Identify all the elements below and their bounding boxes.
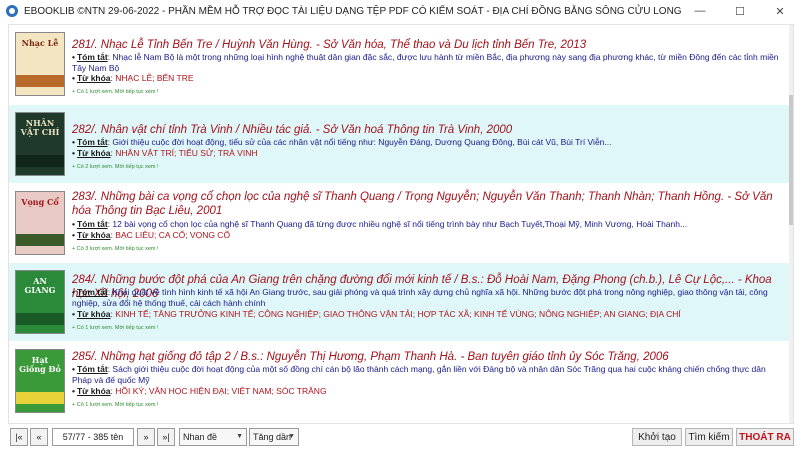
minimize-button[interactable]: —: [680, 0, 720, 22]
summary-label: Tóm tắt: [76, 287, 108, 297]
book-cover-band: [16, 155, 64, 167]
scrollbar-thumb[interactable]: [789, 95, 793, 225]
home-button[interactable]: Khởi tạo: [632, 428, 682, 446]
book-cover[interactable]: Hạt Giống Đỏ: [15, 349, 65, 413]
view-count-note[interactable]: + Có 1 lượt xem. Mời tiếp tục xem !: [72, 402, 159, 408]
book-cover-band: [16, 392, 64, 404]
book-cover[interactable]: AN GIANG: [15, 270, 65, 334]
bottom-toolbar: |« « 57/77 - 385 tên » »| Nhan đề ▼ Tăng…: [0, 428, 800, 448]
view-count-note[interactable]: + Có 1 lượt xem. Mời tiếp tục xem !: [72, 89, 159, 95]
summary-label: Tóm tắt: [76, 219, 108, 229]
list-item[interactable]: Vọng Cổ 283/. Những bài ca vọng cổ chọn …: [9, 185, 791, 261]
last-page-button[interactable]: »|: [157, 428, 175, 446]
summary-line: • Tóm tắt: Giới thiệu cuộc đời hoạt động,…: [72, 137, 612, 147]
keywords-label: Từ khóa: [76, 148, 111, 158]
title-bar: EBOOKLIB ©NTN 29-06-2022 - PHẦN MỀM HỖ T…: [0, 0, 800, 22]
summary-label: Tóm tắt: [76, 137, 108, 147]
book-cover-band: [16, 75, 64, 87]
keywords-line: • Từ khóa: NHẠC LỄ; BẾN TRE: [72, 73, 194, 83]
book-cover-title: AN GIANG: [24, 276, 56, 295]
keywords-text: NHÂN VẬT TRÍ; TIỂU SỬ; TRÀ VINH: [115, 148, 258, 158]
book-cover[interactable]: Nhạc Lễ: [15, 32, 65, 96]
book-cover-band: [16, 313, 64, 325]
keywords-text: KINH TẾ; TĂNG TRƯỞNG KINH TẾ; CÔNG NGHIỆ…: [115, 309, 681, 319]
keywords-line: • Từ khóa: HỒI KÝ; VĂN HỌC HIỆN ĐẠI; VIỆT…: [72, 386, 327, 396]
prev-page-button[interactable]: «: [30, 428, 48, 446]
list-item[interactable]: Nhạc Lễ 281/. Nhạc Lễ Tỉnh Bến Tre / Huỳ…: [9, 25, 791, 103]
vertical-scrollbar[interactable]: [789, 25, 793, 423]
summary-text: Khái quát về tình hình kinh tế xã hội An…: [72, 287, 768, 308]
keywords-line: • Từ khóa: BẠC LIÊU; CA CỔ; VỌNG CỔ: [72, 230, 231, 240]
search-button[interactable]: Tìm kiếm: [685, 428, 733, 446]
app-icon: [6, 5, 18, 17]
sort-order-value: Tăng dần: [253, 432, 292, 442]
window-controls: — ☐ ✕: [680, 0, 800, 22]
summary-line: • Tóm tắt: Nhạc lễ Nam Bộ là một trong nh…: [72, 52, 779, 73]
book-cover[interactable]: NHÂN VẬT CHÍ: [15, 112, 65, 176]
maximize-button[interactable]: ☐: [720, 0, 760, 22]
next-page-button[interactable]: »: [137, 428, 155, 446]
window-title: EBOOKLIB ©NTN 29-06-2022 - PHẦN MỀM HỖ T…: [24, 5, 682, 17]
book-cover-title: Vọng Cổ: [21, 197, 59, 207]
summary-line: • Tóm tắt: Sách giới thiệu cuộc đời hoạt …: [72, 364, 766, 385]
first-page-button[interactable]: |«: [10, 428, 28, 446]
view-count-note[interactable]: + Có 1 lượt xem. Mời tiếp tục xem !: [72, 325, 159, 331]
view-count-note[interactable]: + Có 3 lượt xem. Mời tiếp tục xem !: [72, 246, 159, 252]
book-cover-band: [16, 234, 64, 246]
chevron-down-icon: ▼: [288, 433, 295, 440]
exit-button[interactable]: THOÁT RA: [736, 428, 794, 446]
summary-text: Giới thiệu cuộc đời hoạt động, tiểu sử c…: [112, 137, 612, 147]
summary-text: 12 bài vọng cổ chọn lọc của nghệ sĩ Than…: [112, 219, 688, 229]
keywords-label: Từ khóa: [76, 309, 111, 319]
keywords-text: NHẠC LỄ; BẾN TRE: [115, 73, 194, 83]
page-indicator[interactable]: 57/77 - 385 tên: [52, 428, 134, 446]
book-cover-title: Hạt Giống Đỏ: [19, 355, 61, 374]
sort-order-select[interactable]: Tăng dần ▼: [249, 428, 299, 446]
keywords-line: • Từ khóa: NHÂN VẬT TRÍ; TIỂU SỬ; TRÀ VIN…: [72, 148, 258, 158]
book-title-link[interactable]: 283/. Những bài ca vọng cổ chọn lọc của …: [72, 190, 784, 218]
keywords-label: Từ khóa: [76, 73, 111, 83]
keywords-label: Từ khóa: [76, 386, 111, 396]
sort-field-value: Nhan đề: [183, 432, 218, 442]
summary-line: • Tóm tắt: Khái quát về tình hình kinh tế…: [72, 287, 768, 308]
keywords-text: BẠC LIÊU; CA CỔ; VỌNG CỔ: [115, 230, 231, 240]
list-item[interactable]: AN GIANG 284/. Những bước đột phá của An…: [9, 263, 791, 341]
book-cover-title: NHÂN VẬT CHÍ: [20, 118, 60, 137]
book-title-link[interactable]: 285/. Những hạt giống đỏ tập 2 / B.s.: N…: [72, 350, 669, 364]
book-cover[interactable]: Vọng Cổ: [15, 191, 65, 255]
summary-label: Tóm tắt: [76, 52, 108, 62]
list-item[interactable]: NHÂN VẬT CHÍ 282/. Nhân vật chí tỉnh Trà…: [9, 105, 791, 183]
summary-text: Sách giới thiệu cuộc đời hoạt động của m…: [72, 364, 766, 385]
summary-text: Nhạc lễ Nam Bộ là một trong những loại h…: [72, 52, 779, 73]
close-button[interactable]: ✕: [760, 0, 800, 22]
keywords-text: HỒI KÝ; VĂN HỌC HIỆN ĐẠI; VIỆT NAM; SÓC …: [115, 386, 327, 396]
summary-label: Tóm tắt: [76, 364, 108, 374]
keywords-line: • Từ khóa: KINH TẾ; TĂNG TRƯỞNG KINH TẾ; …: [72, 309, 681, 319]
book-cover-title: Nhạc Lễ: [21, 38, 59, 48]
chevron-down-icon: ▼: [236, 433, 243, 440]
book-title-link[interactable]: 281/. Nhạc Lễ Tỉnh Bến Tre / Huỳnh Văn H…: [72, 38, 586, 52]
list-item[interactable]: Hạt Giống Đỏ 285/. Những hạt giống đỏ tậ…: [9, 343, 791, 421]
keywords-label: Từ khóa: [76, 230, 111, 240]
view-count-note[interactable]: + Có 2 lượt xem. Mời tiếp tục xem !: [72, 164, 159, 170]
sort-field-select[interactable]: Nhan đề ▼: [179, 428, 247, 446]
results-list[interactable]: Nhạc Lễ 281/. Nhạc Lễ Tỉnh Bến Tre / Huỳ…: [8, 24, 794, 424]
summary-line: • Tóm tắt: 12 bài vọng cổ chọn lọc của ng…: [72, 219, 688, 229]
book-title-link[interactable]: 282/. Nhân vật chí tỉnh Trà Vinh / Nhiều…: [72, 123, 512, 137]
